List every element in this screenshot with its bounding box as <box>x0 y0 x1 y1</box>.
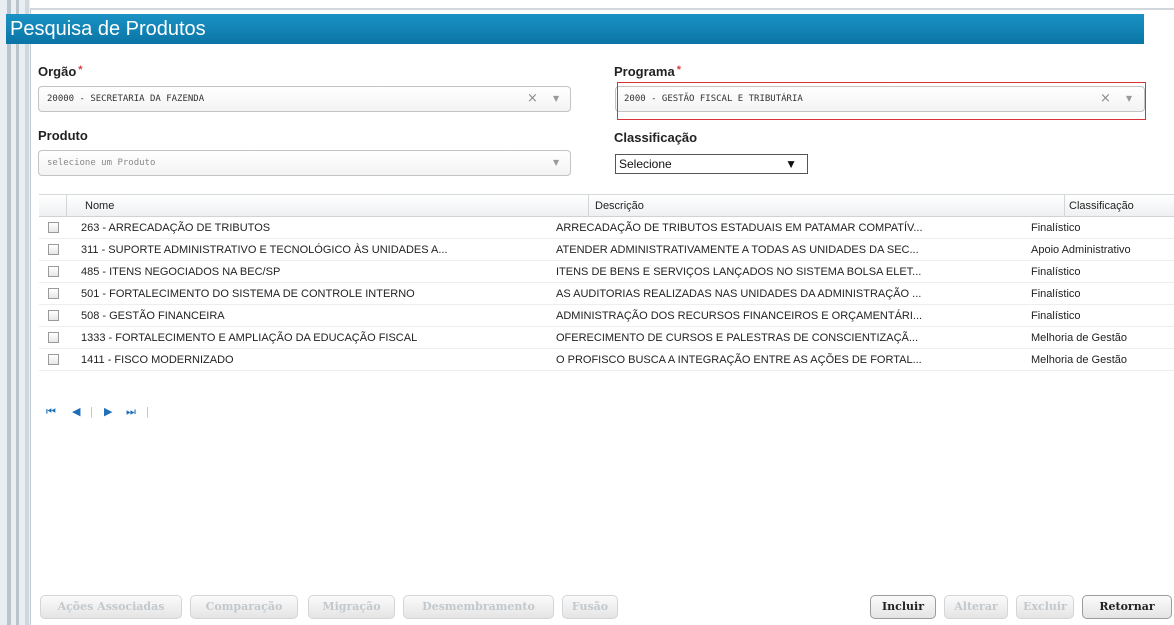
table-row[interactable]: 501 - FORTALECIMENTO DO SISTEMA DE CONTR… <box>39 283 1174 305</box>
grid-header-select <box>39 195 67 217</box>
orgao-label-text: Orgão <box>38 64 77 79</box>
cell-nome: 1411 - FISCO MODERNIZADO <box>81 354 234 366</box>
orgao-label: Orgão * <box>38 64 83 79</box>
orgao-value: 20000 - SECRETARIA DA FAZENDA <box>47 94 205 104</box>
cell-classificacao: Finalístico <box>1031 310 1081 322</box>
cell-classificacao: Melhoria de Gestão <box>1031 354 1127 366</box>
clear-icon[interactable]: × <box>1100 87 1111 111</box>
desmembramento-button[interactable]: Desmembramento <box>403 595 554 619</box>
cell-descricao: OFERECIMENTO DE CURSOS E PALESTRAS DE CO… <box>556 332 919 344</box>
retornar-button[interactable]: Retornar <box>1082 595 1172 619</box>
programa-label-text: Programa <box>614 64 675 79</box>
cell-descricao: ARRECADAÇÃO DE TRIBUTOS ESTADUAIS EM PAT… <box>556 222 923 234</box>
cell-descricao: ATENDER ADMINISTRATIVAMENTE A TODAS AS U… <box>556 244 919 256</box>
grid-header: Nome Descrição Classificação <box>39 194 1174 217</box>
first-page-icon[interactable]: ⏮ <box>46 404 56 420</box>
prev-page-icon[interactable]: ◀ <box>72 404 80 420</box>
row-checkbox[interactable] <box>48 222 59 233</box>
column-header-classificacao[interactable]: Classificação <box>1065 195 1174 217</box>
last-page-icon[interactable]: ⏭ <box>126 404 136 420</box>
dropdown-arrow-icon: ▼ <box>785 157 797 171</box>
acoes-associadas-button[interactable]: Ações Associadas <box>40 595 182 619</box>
classificacao-label: Classificação <box>614 130 698 145</box>
row-checkbox[interactable] <box>48 332 59 343</box>
cell-descricao: ADMINISTRAÇÃO DOS RECURSOS FINANCEIROS E… <box>556 310 923 322</box>
cell-nome: 263 - ARRECADAÇÃO DE TRIBUTOS <box>81 222 271 234</box>
migracao-button[interactable]: Migração <box>308 595 395 619</box>
table-row[interactable]: 1411 - FISCO MODERNIZADO O PROFISCO BUSC… <box>39 349 1174 371</box>
frame-stripe <box>25 0 29 625</box>
incluir-button[interactable]: Incluir <box>870 595 936 619</box>
pager-separator: | <box>146 406 149 418</box>
frame-stripe <box>7 0 11 625</box>
row-checkbox[interactable] <box>48 288 59 299</box>
cell-nome: 485 - ITENS NEGOCIADOS NA BEC/SP <box>81 266 281 278</box>
table-row[interactable]: 311 - SUPORTE ADMINISTRATIVO E TECNOLÓGI… <box>39 239 1174 261</box>
cell-descricao: AS AUDITORIAS REALIZADAS NAS UNIDADES DA… <box>556 288 922 300</box>
row-checkbox[interactable] <box>48 354 59 365</box>
table-row[interactable]: 508 - GESTÃO FINANCEIRA ADMINISTRAÇÃO DO… <box>39 305 1174 327</box>
row-checkbox[interactable] <box>48 244 59 255</box>
programa-combobox[interactable]: 2000 - GESTÃO FISCAL E TRIBUTÁRIA × ▼ <box>615 86 1145 112</box>
cell-nome: 311 - SUPORTE ADMINISTRATIVO E TECNOLÓGI… <box>81 244 448 256</box>
programa-value: 2000 - GESTÃO FISCAL E TRIBUTÁRIA <box>624 94 803 104</box>
left-frame <box>0 0 30 625</box>
fusao-button[interactable]: Fusão <box>562 595 618 619</box>
programa-label: Programa * <box>614 64 681 79</box>
produto-label: Produto <box>38 128 88 143</box>
cell-descricao: O PROFISCO BUSCA A INTEGRAÇÃO ENTRE AS A… <box>556 354 922 366</box>
classificacao-select[interactable]: Selecione ▼ <box>615 154 808 174</box>
table-row[interactable]: 485 - ITENS NEGOCIADOS NA BEC/SP ITENS D… <box>39 261 1174 283</box>
row-checkbox[interactable] <box>48 310 59 321</box>
chevron-down-icon[interactable]: ▼ <box>553 151 559 175</box>
comparacao-button[interactable]: Comparação <box>190 595 298 619</box>
produto-placeholder: selecione um Produto <box>47 158 156 168</box>
cell-classificacao: Finalístico <box>1031 222 1081 234</box>
frame-stripe <box>16 0 19 625</box>
pager-separator: | <box>90 406 93 418</box>
page-title: Pesquisa de Produtos <box>6 14 1144 44</box>
required-mark: * <box>676 64 681 76</box>
products-grid: Nome Descrição Classificação 263 - ARREC… <box>39 194 1174 371</box>
classificacao-selected: Selecione <box>619 157 672 171</box>
orgao-combobox[interactable]: 20000 - SECRETARIA DA FAZENDA × ▼ <box>38 86 571 112</box>
cell-nome: 1333 - FORTALECIMENTO E AMPLIAÇÃO DA EDU… <box>81 332 418 344</box>
cell-classificacao: Apoio Administrativo <box>1031 244 1131 256</box>
cell-descricao: ITENS DE BENS E SERVIÇOS LANÇADOS NO SIS… <box>556 266 922 278</box>
cell-nome: 508 - GESTÃO FINANCEIRA <box>81 310 225 322</box>
row-checkbox[interactable] <box>48 266 59 277</box>
cell-classificacao: Finalístico <box>1031 288 1081 300</box>
alterar-button[interactable]: Alterar <box>944 595 1008 619</box>
cell-classificacao: Melhoria de Gestão <box>1031 332 1127 344</box>
chevron-down-icon[interactable]: ▼ <box>553 87 559 111</box>
clear-icon[interactable]: × <box>527 87 538 111</box>
chevron-down-icon[interactable]: ▼ <box>1126 87 1132 111</box>
cell-nome: 501 - FORTALECIMENTO DO SISTEMA DE CONTR… <box>81 288 415 300</box>
produto-combobox[interactable]: selecione um Produto ▼ <box>38 150 571 176</box>
next-page-icon[interactable]: ▶ <box>104 404 112 420</box>
table-row[interactable]: 1333 - FORTALECIMENTO E AMPLIAÇÃO DA EDU… <box>39 327 1174 349</box>
column-header-nome[interactable]: Nome <box>67 195 589 217</box>
cell-classificacao: Finalístico <box>1031 266 1081 278</box>
column-header-descricao[interactable]: Descrição <box>589 195 1065 217</box>
required-mark: * <box>78 64 83 76</box>
table-row[interactable]: 263 - ARRECADAÇÃO DE TRIBUTOS ARRECADAÇÃ… <box>39 217 1174 239</box>
excluir-button[interactable]: Excluir <box>1016 595 1074 619</box>
